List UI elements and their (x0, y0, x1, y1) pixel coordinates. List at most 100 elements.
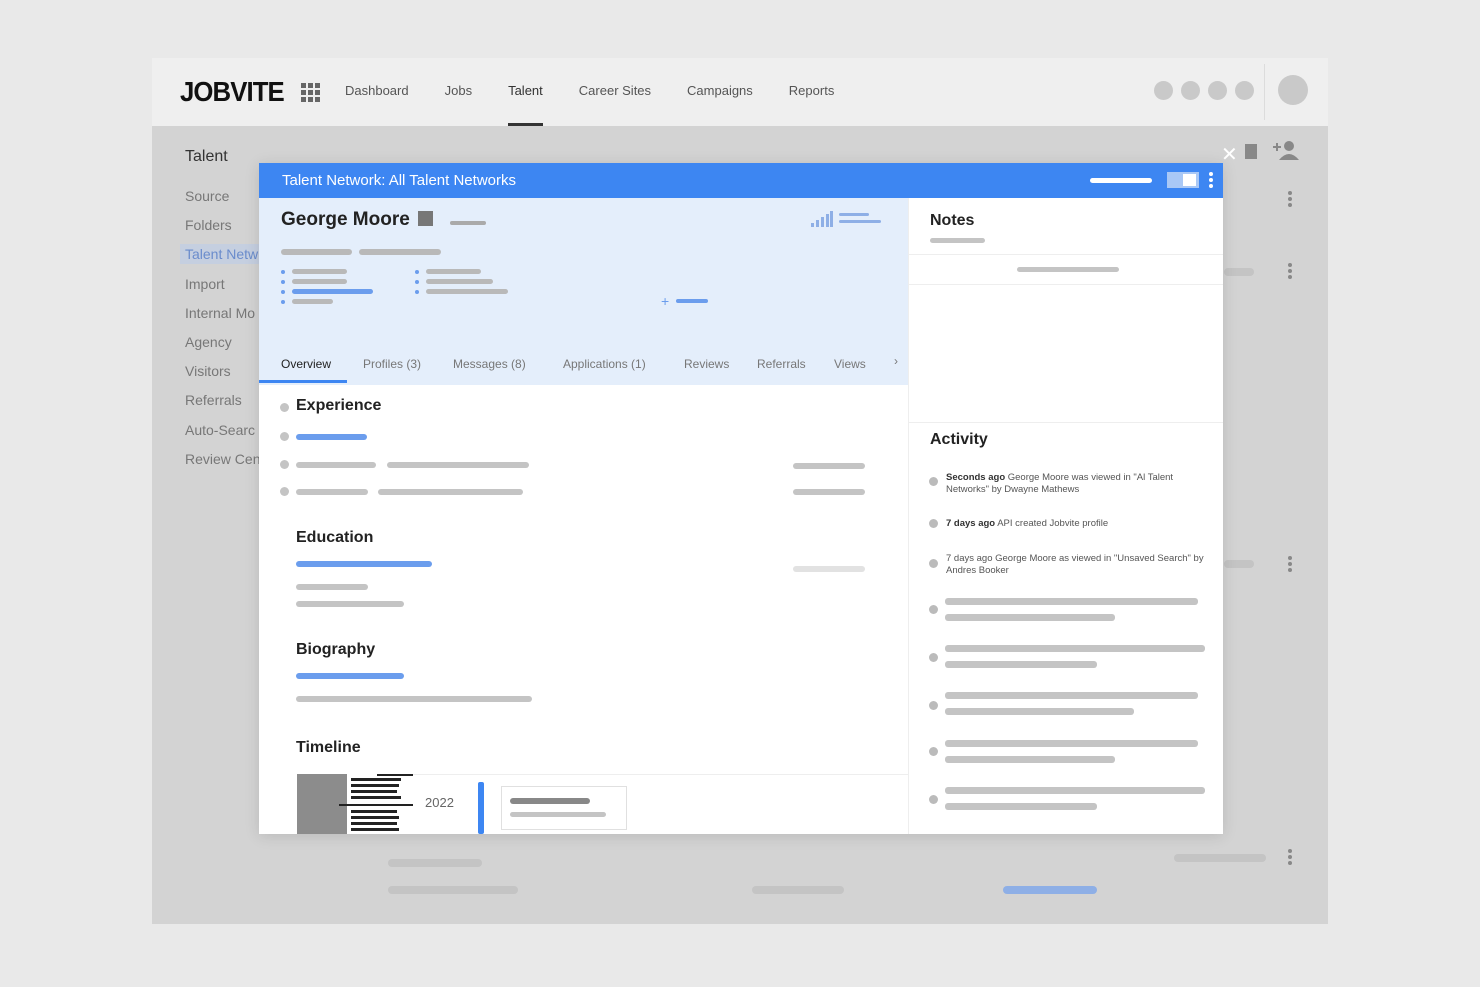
header-icon-2[interactable] (1181, 81, 1200, 100)
timeline-marker (478, 782, 484, 834)
placeholder-bar (945, 708, 1134, 715)
placeholder-link-bar[interactable] (296, 561, 432, 567)
tab-messages[interactable]: Messages (8) (453, 352, 526, 385)
activity-dot (929, 701, 938, 710)
tab-referrals[interactable]: Referrals (757, 352, 806, 385)
sidebar-item-visitors[interactable]: Visitors (185, 363, 231, 379)
nav-dashboard[interactable]: Dashboard (345, 58, 409, 126)
sidebar-item-referrals[interactable]: Referrals (185, 392, 242, 408)
placeholder-bar (426, 269, 481, 274)
placeholder-link-bar[interactable] (296, 673, 404, 679)
sidebar-item-auto-search[interactable]: Auto-Searc (185, 422, 255, 438)
activity-item: 7 days ago API created Jobvite profile (946, 518, 1214, 530)
placeholder-bar (1017, 267, 1119, 272)
bullet-dot (415, 280, 419, 284)
row-menu-icon[interactable] (1288, 263, 1292, 279)
nav-talent[interactable]: Talent (508, 58, 543, 126)
placeholder-bar (1003, 886, 1097, 894)
activity-heading: Activity (930, 431, 988, 448)
timeline-card[interactable] (501, 786, 627, 830)
sidebar-item-import[interactable]: Import (185, 276, 225, 292)
row-menu-icon[interactable] (1288, 849, 1292, 865)
tab-applications[interactable]: Applications (1) (563, 352, 646, 385)
sidebar-item-source[interactable]: Source (185, 188, 229, 204)
sidebar-item-folders[interactable]: Folders (185, 217, 232, 233)
placeholder-bar (1224, 268, 1254, 276)
user-avatar[interactable] (1278, 75, 1308, 105)
sidebar-item-agency[interactable]: Agency (185, 334, 232, 350)
activity-item: 7 days ago George Moore as viewed in "Un… (946, 553, 1214, 577)
placeholder-bar (426, 279, 493, 284)
placeholder-bar (945, 692, 1198, 699)
placeholder-bar (296, 584, 368, 590)
placeholder-bar (945, 740, 1198, 747)
header-icon-3[interactable] (1208, 81, 1227, 100)
header-icon-1[interactable] (1154, 81, 1173, 100)
row-menu-icon[interactable] (1288, 556, 1292, 572)
header-progress-line (1090, 178, 1152, 183)
placeholder-bar (388, 886, 518, 894)
close-icon[interactable]: ✕ (1221, 142, 1238, 167)
candidate-modal: Talent Network: All Talent Networks Geor… (259, 163, 1223, 834)
bullet-dot (281, 280, 285, 284)
nav-campaigns[interactable]: Campaigns (687, 58, 753, 126)
placeholder-bar (296, 462, 376, 468)
bookmark-icon[interactable] (1245, 144, 1257, 159)
timeline-image (297, 774, 413, 834)
placeholder-bar (945, 661, 1097, 668)
sidebar-item-review-center[interactable]: Review Cen (185, 451, 260, 467)
tab-reviews[interactable]: Reviews (684, 352, 729, 385)
bullet-dot (281, 270, 285, 274)
nav-jobs[interactable]: Jobs (445, 58, 472, 126)
education-heading: Education (296, 529, 374, 546)
tab-profiles[interactable]: Profiles (3) (363, 352, 421, 385)
apps-grid-icon[interactable] (301, 83, 320, 102)
header-divider (1264, 64, 1265, 120)
view-toggle[interactable] (1167, 172, 1199, 188)
candidate-name: George Moore (281, 209, 410, 230)
biography-heading: Biography (296, 641, 376, 658)
placeholder-bar (945, 787, 1205, 794)
placeholder-bar (296, 489, 368, 495)
timeline-year: 2022 (425, 795, 454, 810)
placeholder-bar (387, 462, 529, 468)
row-menu-icon[interactable] (1288, 191, 1292, 207)
activity-dot (929, 559, 938, 568)
side-panel: Notes Activity Seconds ago George Moore … (908, 198, 1223, 834)
profile-summary: George Moore + Overview Profiles (3) Mes… (259, 198, 908, 385)
modal-header: Talent Network: All Talent Networks (259, 163, 1223, 198)
timeline-divider (413, 774, 908, 775)
chevron-right-icon[interactable]: › (894, 354, 898, 368)
jobvite-logo[interactable]: JOBVITE (180, 76, 285, 108)
activity-dot (929, 519, 938, 528)
add-icon[interactable]: + (661, 293, 669, 309)
list-view-icon[interactable] (839, 213, 881, 227)
placeholder-link-bar[interactable] (292, 289, 373, 294)
notes-divider (909, 422, 1223, 423)
modal-menu-icon[interactable] (1209, 172, 1213, 188)
placeholder-bar (1224, 560, 1254, 568)
header-icon-4[interactable] (1235, 81, 1254, 100)
placeholder-link-bar[interactable] (676, 299, 708, 303)
placeholder-bar (793, 463, 865, 469)
activity-dot (929, 795, 938, 804)
main-nav: Dashboard Jobs Talent Career Sites Campa… (345, 58, 870, 126)
placeholder-bar (510, 798, 590, 804)
status-square-icon (418, 211, 433, 226)
placeholder-link-bar[interactable] (296, 434, 367, 440)
add-person-icon[interactable] (1273, 140, 1299, 160)
tab-views[interactable]: Views (834, 352, 866, 385)
placeholder-bar (426, 289, 508, 294)
bullet-dot (415, 290, 419, 294)
section-dot (280, 487, 289, 496)
placeholder-bar (1174, 854, 1266, 862)
sidebar-item-talent-network[interactable]: Talent Netw (180, 244, 264, 264)
activity-dot (929, 605, 938, 614)
active-tab-indicator (259, 380, 347, 383)
placeholder-bar (292, 269, 347, 274)
activity-text: API created Jobvite profile (995, 518, 1109, 529)
placeholder-bar (930, 238, 985, 243)
nav-reports[interactable]: Reports (789, 58, 835, 126)
sidebar-item-internal-mobility[interactable]: Internal Mo (185, 305, 255, 321)
nav-career-sites[interactable]: Career Sites (579, 58, 651, 126)
